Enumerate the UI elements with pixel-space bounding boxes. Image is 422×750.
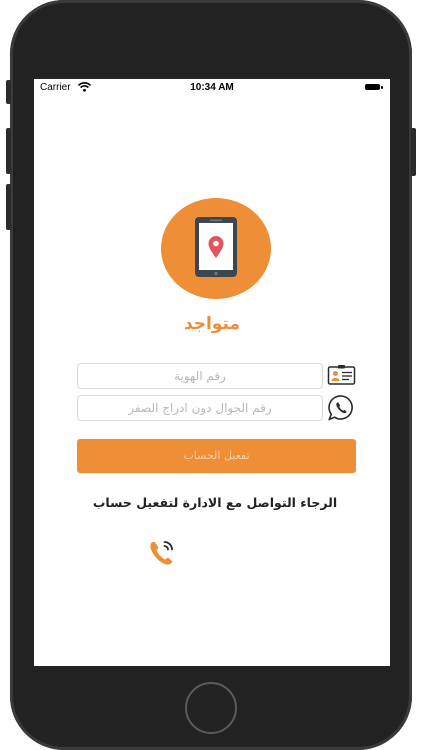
battery-icon bbox=[365, 84, 383, 90]
app-name: متواجد bbox=[183, 314, 241, 334]
power-button bbox=[411, 128, 416, 176]
volume-down-button bbox=[6, 184, 11, 230]
silent-switch bbox=[6, 80, 11, 104]
tablet-location-pin-icon bbox=[195, 217, 237, 277]
contact-admin-message: الرجاء التواصل مع الادارة لتفعيل حساب bbox=[92, 495, 338, 510]
app-logo bbox=[161, 198, 271, 299]
national-id-input[interactable] bbox=[77, 363, 323, 389]
app-screen: Carrier 10:34 AM متواجد تفع bbox=[34, 79, 390, 666]
id-card-icon bbox=[327, 365, 356, 385]
phone-input[interactable] bbox=[77, 395, 323, 421]
status-time: 10:34 AM bbox=[190, 82, 234, 93]
volume-up-button bbox=[6, 128, 11, 174]
whatsapp-icon bbox=[328, 395, 353, 421]
activate-account-button[interactable]: تفعيل الحساب bbox=[77, 439, 356, 473]
phone-call-icon[interactable] bbox=[145, 535, 179, 569]
home-button[interactable] bbox=[185, 682, 237, 734]
status-bar: Carrier 10:34 AM bbox=[34, 79, 390, 97]
